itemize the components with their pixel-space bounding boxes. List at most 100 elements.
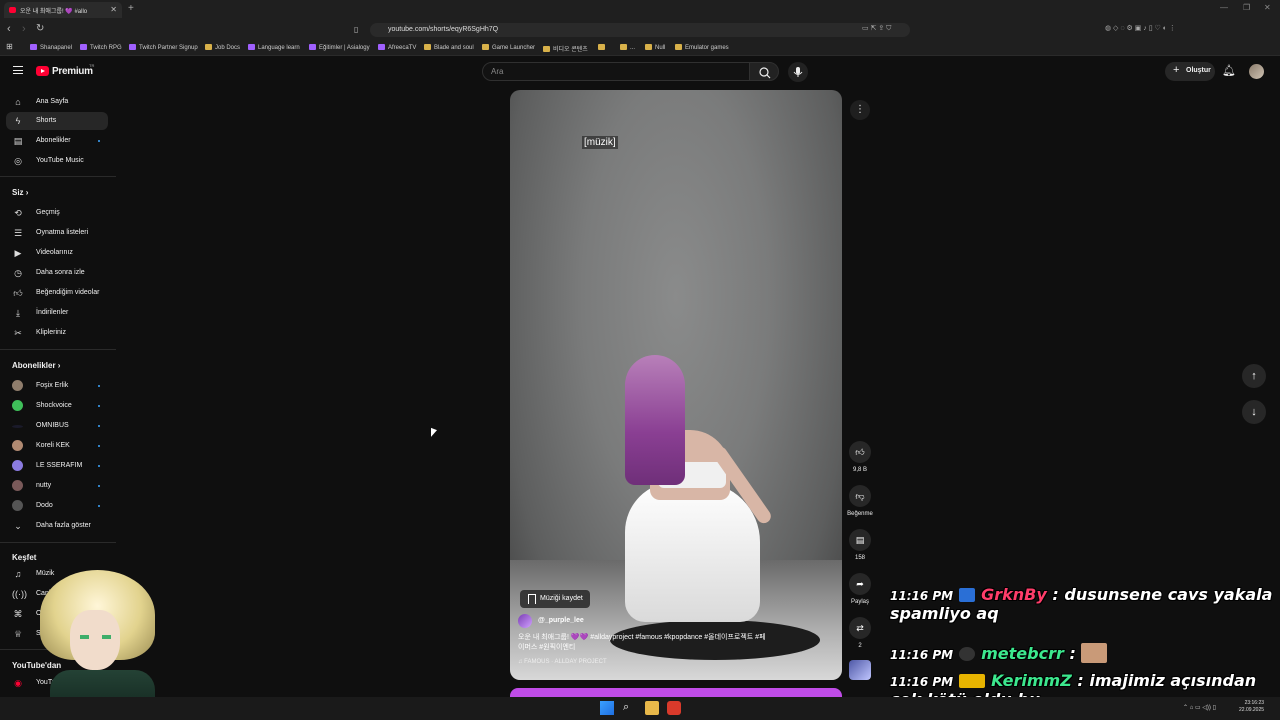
- sidebar-channel[interactable]: LE SSERAFIM: [6, 457, 108, 475]
- thumbs-up-icon: 👍︎: [855, 447, 865, 457]
- new-content-dot: [98, 140, 100, 142]
- start-windows-icon[interactable]: [600, 701, 614, 715]
- section-you[interactable]: Siz ›: [12, 188, 28, 197]
- notifications-bell-icon[interactable]: 🔔︎: [1222, 64, 1236, 77]
- remix-button[interactable]: ⇄: [849, 617, 871, 639]
- video-description[interactable]: 오운 내 최애그룹! 💜💜 #alldayproject #famous #kp…: [518, 633, 768, 653]
- extension-icons[interactable]: ◍ ◇ ◌ ⚙ ▣ ♪ ▯ ♡ ◐ ⋮: [1105, 24, 1176, 32]
- menu-icon[interactable]: [13, 66, 23, 74]
- sidebar-channel[interactable]: Dodo: [6, 497, 108, 515]
- forward-icon[interactable]: ›: [22, 23, 26, 35]
- tray-icons[interactable]: ⌃ ⌂ ▭ ◁)) ▯: [1183, 704, 1216, 711]
- shorts-video-player[interactable]: [müzik] Müziği kaydet @_purple_lee 오운 내 …: [510, 90, 842, 680]
- sidebar-item-your-videos[interactable]: ▶ Videolarınız: [6, 244, 108, 262]
- bookmark-item[interactable]: Eğitimler | Asialogy: [309, 44, 370, 51]
- bookmark-folder[interactable]: Blade and soul: [424, 44, 474, 51]
- previous-short-button[interactable]: ↑: [1242, 364, 1266, 388]
- bookmark-folder[interactable]: Null: [645, 44, 665, 51]
- dislike-button[interactable]: 👎︎: [849, 485, 871, 507]
- sidebar-channel[interactable]: Koreli KEK: [6, 437, 108, 455]
- new-tab-icon[interactable]: +: [128, 3, 134, 14]
- divider: [0, 542, 116, 543]
- youtube-logo-icon[interactable]: [36, 66, 49, 76]
- new-content-dot: [98, 505, 100, 507]
- bookmark-item[interactable]: Twitch RPG: [80, 44, 122, 51]
- playlists-icon: ☰: [13, 228, 23, 238]
- system-clock[interactable]: 23:16:23 22.09.2025: [1239, 700, 1264, 714]
- section-subscriptions[interactable]: Abonelikler ›: [12, 361, 60, 370]
- bookmark-folder[interactable]: 비디오 콘텐츠: [543, 44, 588, 53]
- brave-browser-icon[interactable]: [667, 701, 681, 715]
- account-avatar[interactable]: [1249, 64, 1264, 79]
- sidebar-item-subscriptions[interactable]: ▤ Abonelikler: [6, 132, 108, 150]
- sidebar-item-watch-later[interactable]: ◷ Daha sonra izle: [6, 264, 108, 282]
- clock-date: 22.09.2025: [1239, 707, 1265, 713]
- sidebar-item-history[interactable]: ⟲ Geçmiş: [6, 204, 108, 222]
- file-explorer-icon[interactable]: [645, 701, 659, 715]
- apps-icon[interactable]: ⊞: [6, 42, 13, 51]
- download-icon: ⤓: [16, 308, 20, 318]
- search-icon: [759, 67, 771, 79]
- channel-name[interactable]: @_purple_lee: [538, 617, 584, 624]
- history-icon: ⟲: [14, 208, 22, 218]
- chat-user: GrknBy: [981, 585, 1047, 604]
- sidebar-channel[interactable]: nutty: [6, 477, 108, 495]
- channel-avatar: [12, 380, 23, 391]
- taskbar: ⌕ ⌃ ⌂ ▭ ◁)) ▯ 23:16:23 22.09.2025: [0, 697, 1280, 720]
- create-label: Oluştur: [1186, 67, 1211, 74]
- bookmark-folder[interactable]: [598, 44, 608, 51]
- channel-avatar[interactable]: [518, 614, 532, 628]
- reload-icon[interactable]: ↻: [36, 23, 44, 34]
- tab-title: 오운 내 최애그룹! 💜 #allo: [20, 9, 88, 15]
- minimize-icon[interactable]: —: [1220, 3, 1228, 12]
- next-short-button[interactable]: ↓: [1242, 400, 1266, 424]
- music-track[interactable]: ♫ FAMOUS · ALLDAY PROJECT: [518, 659, 607, 665]
- more-options-icon[interactable]: ⋮: [850, 100, 870, 120]
- bookmark-item[interactable]: AfreecaTV: [378, 44, 416, 51]
- bookmark-folder[interactable]: ...: [620, 44, 635, 51]
- sidebar-channel[interactable]: Shockvoice: [6, 397, 108, 415]
- search-button[interactable]: [749, 62, 779, 81]
- bookmark-folder[interactable]: Emulator games: [675, 44, 729, 51]
- brand-label[interactable]: Premium: [52, 66, 93, 77]
- address-input[interactable]: youtube.com/shorts/eqyR6SgHh7Q: [370, 23, 910, 37]
- sidebar-channel[interactable]: OMNIBUS: [6, 417, 108, 435]
- like-button[interactable]: 👍︎: [849, 441, 871, 463]
- comments-button[interactable]: ▤: [849, 529, 871, 551]
- gamepad-icon: ⌘: [13, 609, 23, 619]
- sidebar-item-downloads[interactable]: ⤓ İndirilenler: [6, 304, 108, 322]
- search-icon[interactable]: ⌕: [623, 701, 637, 715]
- search-input[interactable]: Ara: [482, 62, 750, 81]
- youtube-favicon-icon: [9, 7, 16, 13]
- bookmark-item[interactable]: Language learn: [248, 44, 300, 51]
- sidebar-item-shorts[interactable]: ϟ Shorts: [6, 112, 108, 130]
- close-window-icon[interactable]: ✕: [1264, 3, 1271, 12]
- save-music-button[interactable]: Müziği kaydet: [520, 590, 590, 608]
- show-more-button[interactable]: ⌄ Daha fazla göster: [6, 517, 108, 535]
- save-music-label: Müziği kaydet: [540, 595, 583, 602]
- home-icon: ⌂: [15, 97, 21, 107]
- page-action-icons[interactable]: ▭ ⇱ ⇪ ⛉: [862, 24, 891, 33]
- sidebar-item-home[interactable]: ⌂ Ana Sayfa: [6, 93, 108, 111]
- bookmark-item[interactable]: Shanapanel: [30, 44, 72, 51]
- share-button[interactable]: ➦: [849, 573, 871, 595]
- browser-tab[interactable]: 오운 내 최애그룹! 💜 #allo ✕: [4, 2, 122, 18]
- sidebar-item-playlists[interactable]: ☰ Oynatma listeleri: [6, 224, 108, 242]
- bookmark-item[interactable]: Twitch Partner Signup: [129, 44, 198, 51]
- search-placeholder: Ara: [491, 67, 504, 76]
- bookmark-folder[interactable]: Game Launcher: [482, 44, 535, 51]
- close-tab-icon[interactable]: ✕: [110, 5, 117, 14]
- voice-search-button[interactable]: [788, 62, 808, 82]
- maximize-icon[interactable]: ❐: [1243, 3, 1250, 12]
- sidebar-channel[interactable]: Foşix Erlik: [6, 377, 108, 395]
- clock-time: 23:16:23: [1244, 700, 1265, 706]
- back-icon[interactable]: ‹: [7, 23, 11, 35]
- sidebar-item-clips[interactable]: ✂ Klipleriniz: [6, 324, 108, 342]
- sidebar-item-liked-videos[interactable]: 👍︎ Beğendiğim videolar: [6, 284, 108, 302]
- create-button[interactable]: Oluştur: [1165, 62, 1215, 81]
- bookmark-page-icon[interactable]: ▯: [354, 25, 358, 34]
- trophy-icon: ♕: [13, 629, 23, 639]
- sound-thumbnail[interactable]: [849, 660, 871, 680]
- sidebar-item-youtube-music[interactable]: ◎ YouTube Music: [6, 152, 108, 170]
- bookmark-folder[interactable]: Job Docs: [205, 44, 240, 51]
